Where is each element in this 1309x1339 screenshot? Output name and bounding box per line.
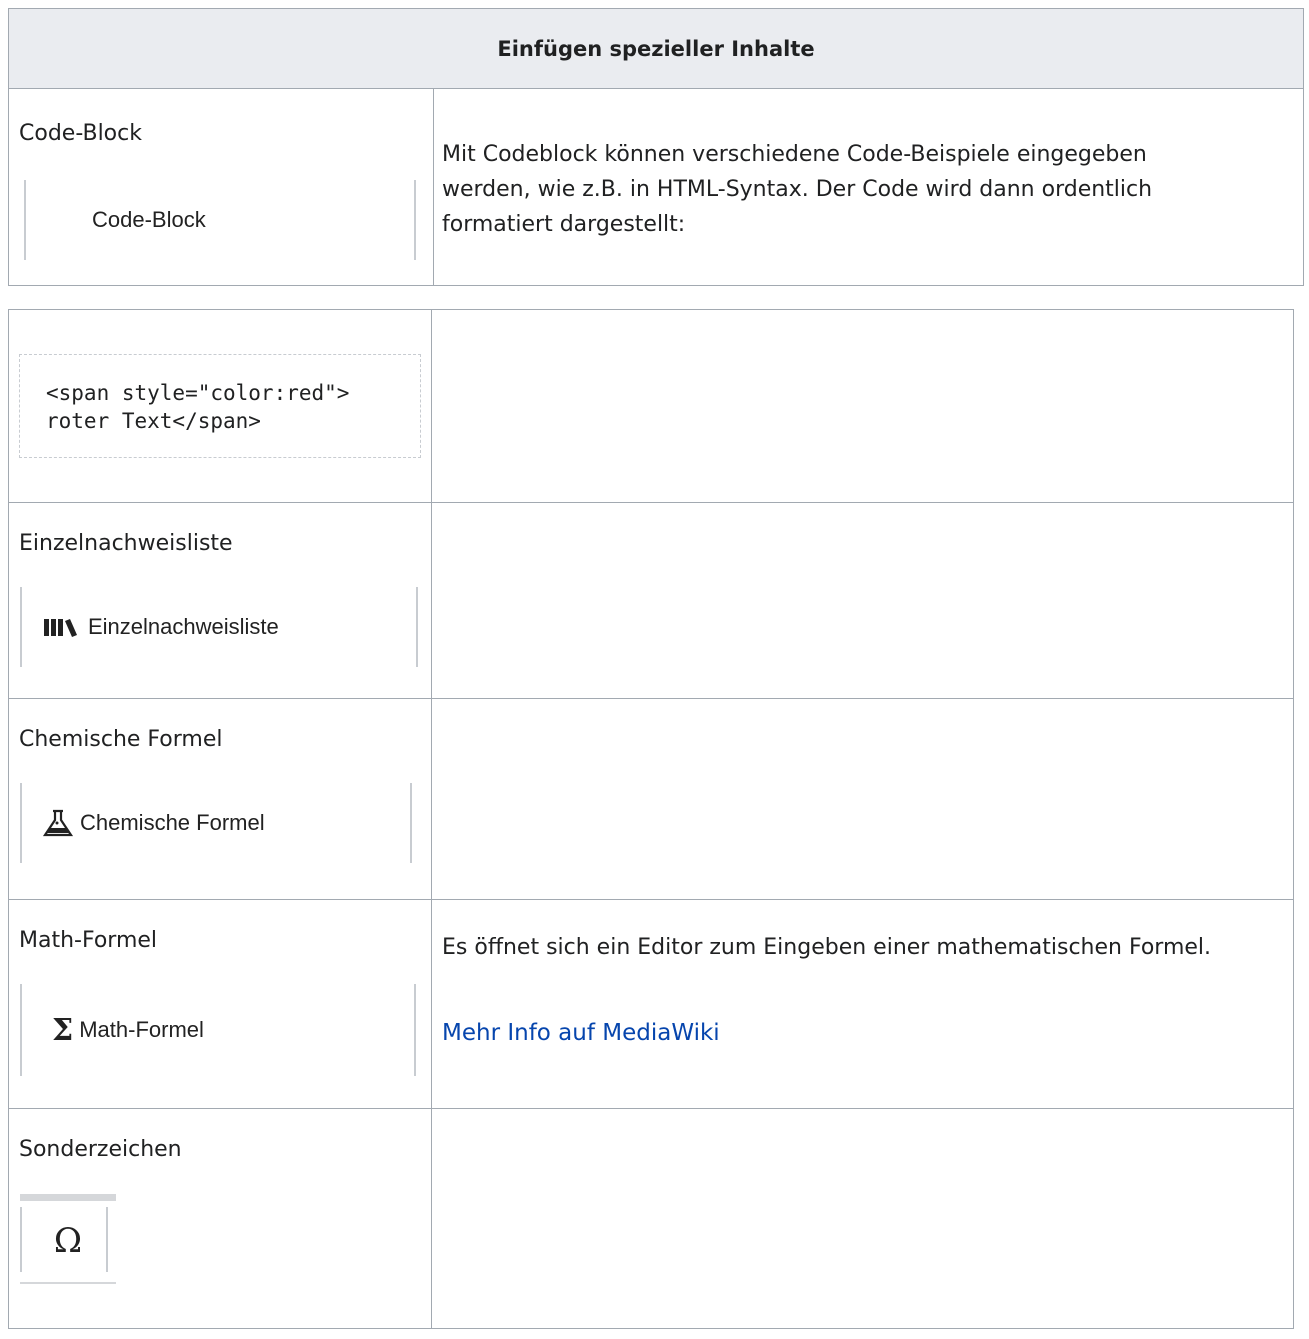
code-block-button-screenshot: Code-Block bbox=[24, 180, 416, 260]
special-content-table: Einfügen spezieller Inhalte Code-Block C… bbox=[8, 8, 1304, 286]
feature-label: Chemische Formel bbox=[19, 727, 223, 752]
table-row-code-example: <span style="color:red"> roter Text</spa… bbox=[9, 310, 1293, 503]
table-row-special-characters: Sonderzeichen Ω bbox=[9, 1109, 1293, 1339]
special-content-table-continued: <span style="color:red"> roter Text</spa… bbox=[8, 309, 1294, 1329]
mediawiki-info-link[interactable]: Mehr Info auf MediaWiki bbox=[442, 1020, 720, 1046]
feature-description: Es öffnet sich ein Editor zum Eingeben e… bbox=[442, 935, 1212, 960]
flask-icon bbox=[42, 809, 74, 837]
references-button-screenshot: Einzelnachweisliste bbox=[20, 587, 418, 667]
special-characters-button-screenshot: Ω bbox=[20, 1194, 116, 1284]
chemical-formula-button-label: Chemische Formel bbox=[80, 810, 265, 835]
references-button-label: Einzelnachweisliste bbox=[88, 614, 279, 639]
feature-label: Math-Formel bbox=[19, 928, 158, 953]
table-header: Einfügen spezieller Inhalte bbox=[9, 9, 1303, 89]
omega-icon: Ω bbox=[53, 1221, 83, 1261]
table-cell-feature: Code-Block Code-Block bbox=[9, 89, 434, 286]
code-block-button-label: Code-Block bbox=[92, 207, 206, 232]
feature-label: Code-Block bbox=[19, 121, 142, 146]
code-example-block: <span style="color:red"> roter Text</spa… bbox=[19, 354, 421, 458]
feature-description: Mit Codeblock können verschiedene Code-B… bbox=[442, 142, 1153, 237]
books-icon bbox=[44, 619, 77, 637]
math-formula-button-screenshot: Σ Math-Formel bbox=[20, 984, 416, 1076]
table-row-chemical-formula: Chemische Formel Chemische Formel bbox=[9, 699, 1293, 900]
sigma-icon: Σ bbox=[52, 1012, 74, 1048]
math-formula-button-label: Math-Formel bbox=[79, 1017, 204, 1042]
chemical-formula-button-screenshot: Chemische Formel bbox=[20, 783, 412, 863]
feature-label: Sonderzeichen bbox=[19, 1137, 182, 1162]
table-row-code-block: Code-Block Code-Block Mit Codeblock könn… bbox=[9, 89, 1303, 286]
table-row-references: Einzelnachweisliste Einzelnachweisliste bbox=[9, 503, 1293, 699]
feature-label: Einzelnachweisliste bbox=[19, 531, 233, 556]
table-row-math-formula: Math-Formel Σ Math-Formel Es öffnet sich… bbox=[9, 900, 1293, 1109]
